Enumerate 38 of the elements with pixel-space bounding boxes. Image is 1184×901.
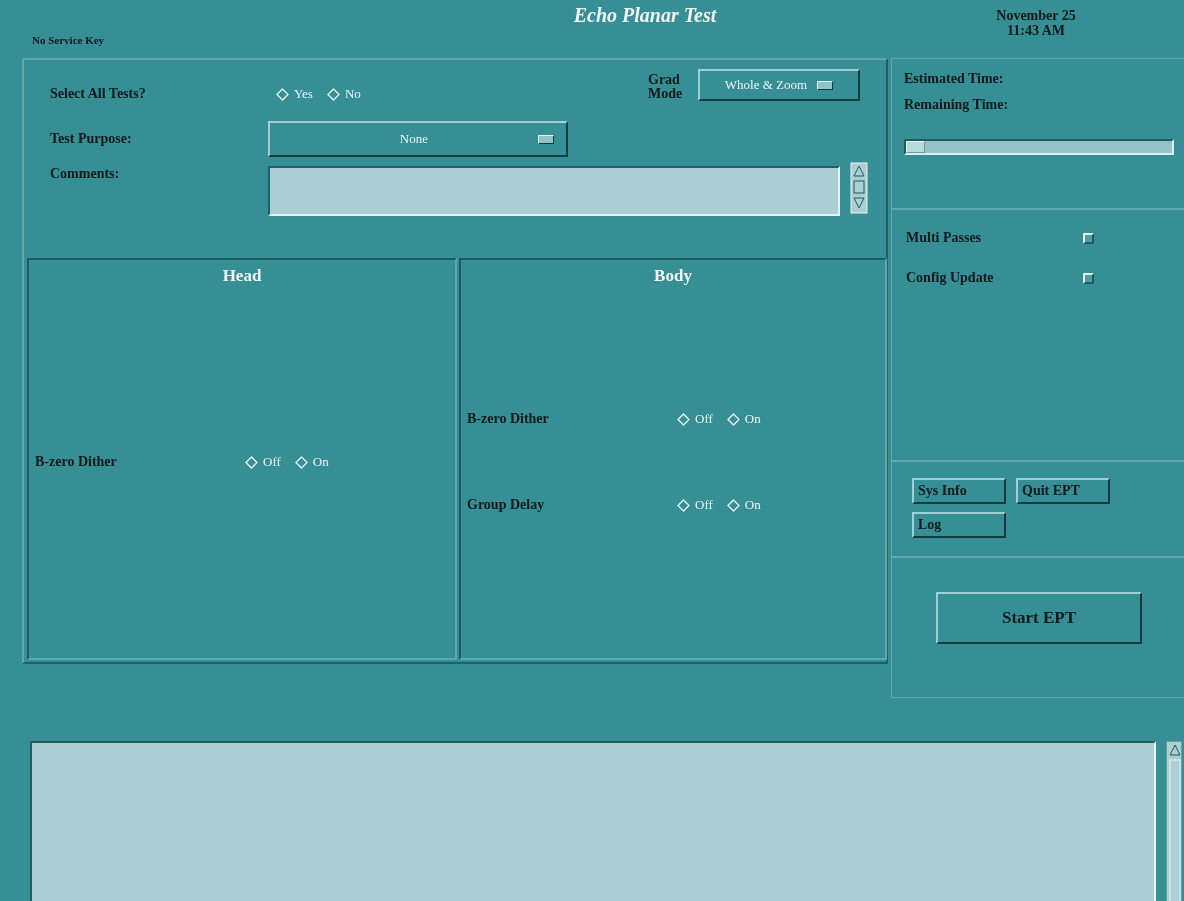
service-key-label: No Service Key [31,33,106,46]
setting-label: B-zero Dither [35,454,118,470]
time-label: 11:43 AM [1007,23,1065,38]
radio-option[interactable]: On [726,411,761,427]
action-button[interactable]: Log [912,512,1006,538]
start-button[interactable]: Start EPT [936,592,1142,644]
menu-icon [817,80,834,90]
action-button[interactable]: Sys Info [912,478,1006,504]
remaining-time-label: Remaining Time: [904,97,1010,113]
radio-option[interactable]: No [326,86,361,102]
action-button[interactable]: Quit EPT [1016,478,1110,504]
radio-option[interactable]: Off [677,411,713,427]
date-label: November 25 [996,8,1076,23]
field-label: Comments: [50,166,121,182]
checkbox[interactable] [1083,272,1094,284]
radio-option[interactable]: Off [245,454,281,470]
radio-option[interactable]: Yes [276,86,313,102]
field-label: Select All Tests? [50,86,147,102]
comments-field[interactable] [268,166,840,216]
test-purpose-dropdown[interactable]: None [268,121,568,157]
section-title: Head [222,266,262,286]
menu-icon [538,134,554,144]
estimated-time-label: Estimated Time: [904,71,1005,87]
scrollbar-icon [1166,741,1182,901]
setting-label: B-zero Dither [467,411,550,427]
field-label: Test Purpose: [50,131,133,147]
field-label: Grad Mode [648,73,684,101]
section-title: Body [654,266,692,286]
grad-mode-dropdown[interactable]: Whole & Zoom [698,69,860,101]
scrollbar-icon [850,162,868,214]
checkbox-label: Config Update [906,270,995,286]
checkbox[interactable] [1083,232,1094,244]
radio-option[interactable]: Off [677,497,713,513]
setting-label: Group Delay [467,497,546,513]
checkbox-label: Multi Passes [906,230,983,246]
radio-option[interactable]: On [294,454,329,470]
window-title: Echo Planar Test [572,3,718,27]
radio-option[interactable]: On [726,497,761,513]
